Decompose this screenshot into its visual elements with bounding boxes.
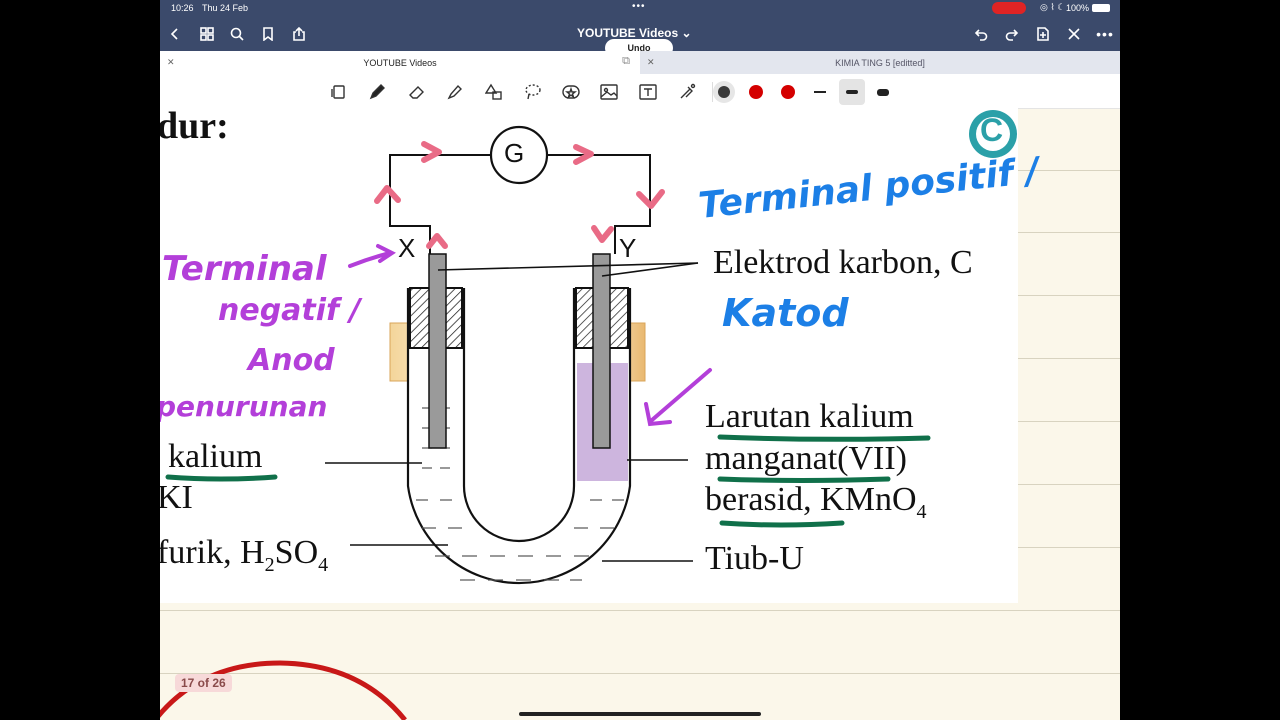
lasso-icon[interactable] — [522, 81, 544, 103]
undo-icon[interactable] — [970, 23, 992, 45]
document-title[interactable]: YOUTUBE Videos ⌄ — [577, 26, 692, 40]
text-icon[interactable] — [637, 81, 659, 103]
ink-annotations[interactable]: Terminal negatif / Anod penurunan Termin… — [160, 108, 1120, 720]
redo-icon[interactable] — [1001, 23, 1023, 45]
drawing-toolbar — [160, 74, 1120, 109]
image-icon[interactable] — [598, 81, 620, 103]
annotation-terminal-negatif: Terminal — [162, 249, 328, 289]
ipad-screen: 10:26 Thu 24 Feb ••• ◎ ⌇ ☾ 100% YOUTUBE … — [160, 0, 1120, 720]
annotation-terminal-positif: Terminal positif / — [697, 150, 1044, 227]
back-icon[interactable] — [164, 23, 186, 45]
bookmark-icon[interactable] — [257, 23, 279, 45]
pen-icon[interactable] — [366, 81, 388, 103]
stroke-width-thick[interactable] — [872, 81, 894, 103]
status-time: 10:26 — [171, 3, 194, 13]
annotation-katod: Katod — [722, 291, 849, 335]
annotation-negatif: negatif / — [218, 293, 364, 328]
tab-label: YOUTUBE Videos — [363, 57, 437, 68]
tab-bar: ✕ YOUTUBE Videos ⧉ ✕ KIMIA TING 5 [editt… — [160, 51, 1120, 74]
battery-percent: 100% — [1066, 3, 1090, 13]
eraser-icon[interactable] — [406, 81, 428, 103]
status-bar: 10:26 Thu 24 Feb ••• ◎ ⌇ ☾ 100% — [160, 0, 1120, 17]
color-swatch-dark[interactable] — [713, 81, 735, 103]
color-swatch-red-2[interactable] — [777, 81, 799, 103]
annotation-penurunan: penurunan — [160, 390, 327, 423]
screen-record-icon[interactable] — [992, 2, 1026, 14]
stroke-width-medium[interactable] — [839, 79, 865, 105]
page-indicator: 17 of 26 — [175, 674, 232, 692]
search-icon[interactable] — [226, 23, 248, 45]
stroke-width-thin[interactable] — [809, 81, 831, 103]
tab-kimia-ting-5[interactable]: ✕ KIMIA TING 5 [editted] — [640, 51, 1120, 74]
page-view-icon[interactable] — [328, 81, 350, 103]
notebook-page[interactable]: dur: G X Y Elektrod karbon, C kalium KI … — [160, 105, 1120, 720]
multitask-dots-icon[interactable]: ••• — [632, 1, 646, 12]
share-icon[interactable] — [288, 23, 310, 45]
annotation-anod: Anod — [246, 343, 335, 378]
shapes-icon[interactable] — [483, 81, 505, 103]
color-swatch-red-1[interactable] — [745, 81, 767, 103]
signal-icons: ◎ ⌇ ☾ — [1040, 2, 1066, 12]
nav-bar: YOUTUBE Videos ⌄ Undo ••• — [160, 17, 1120, 57]
tab-youtube-videos[interactable]: ✕ YOUTUBE Videos ⧉ — [160, 51, 640, 74]
add-page-icon[interactable] — [1032, 23, 1054, 45]
tab-label: KIMIA TING 5 [editted] — [835, 57, 925, 68]
home-indicator[interactable] — [519, 712, 761, 716]
close-icon[interactable] — [1063, 23, 1085, 45]
highlighter-icon[interactable] — [444, 81, 466, 103]
laser-pointer-icon[interactable] — [676, 81, 698, 103]
split-view-icon[interactable]: ⧉ — [622, 55, 630, 68]
more-icon[interactable]: ••• — [1094, 23, 1116, 45]
sticker-icon[interactable] — [560, 81, 582, 103]
battery-icon — [1092, 4, 1110, 12]
tab-close-icon[interactable]: ✕ — [167, 57, 175, 68]
grid-view-icon[interactable] — [196, 23, 218, 45]
status-date: Thu 24 Feb — [202, 3, 249, 13]
tab-close-icon[interactable]: ✕ — [647, 57, 655, 68]
